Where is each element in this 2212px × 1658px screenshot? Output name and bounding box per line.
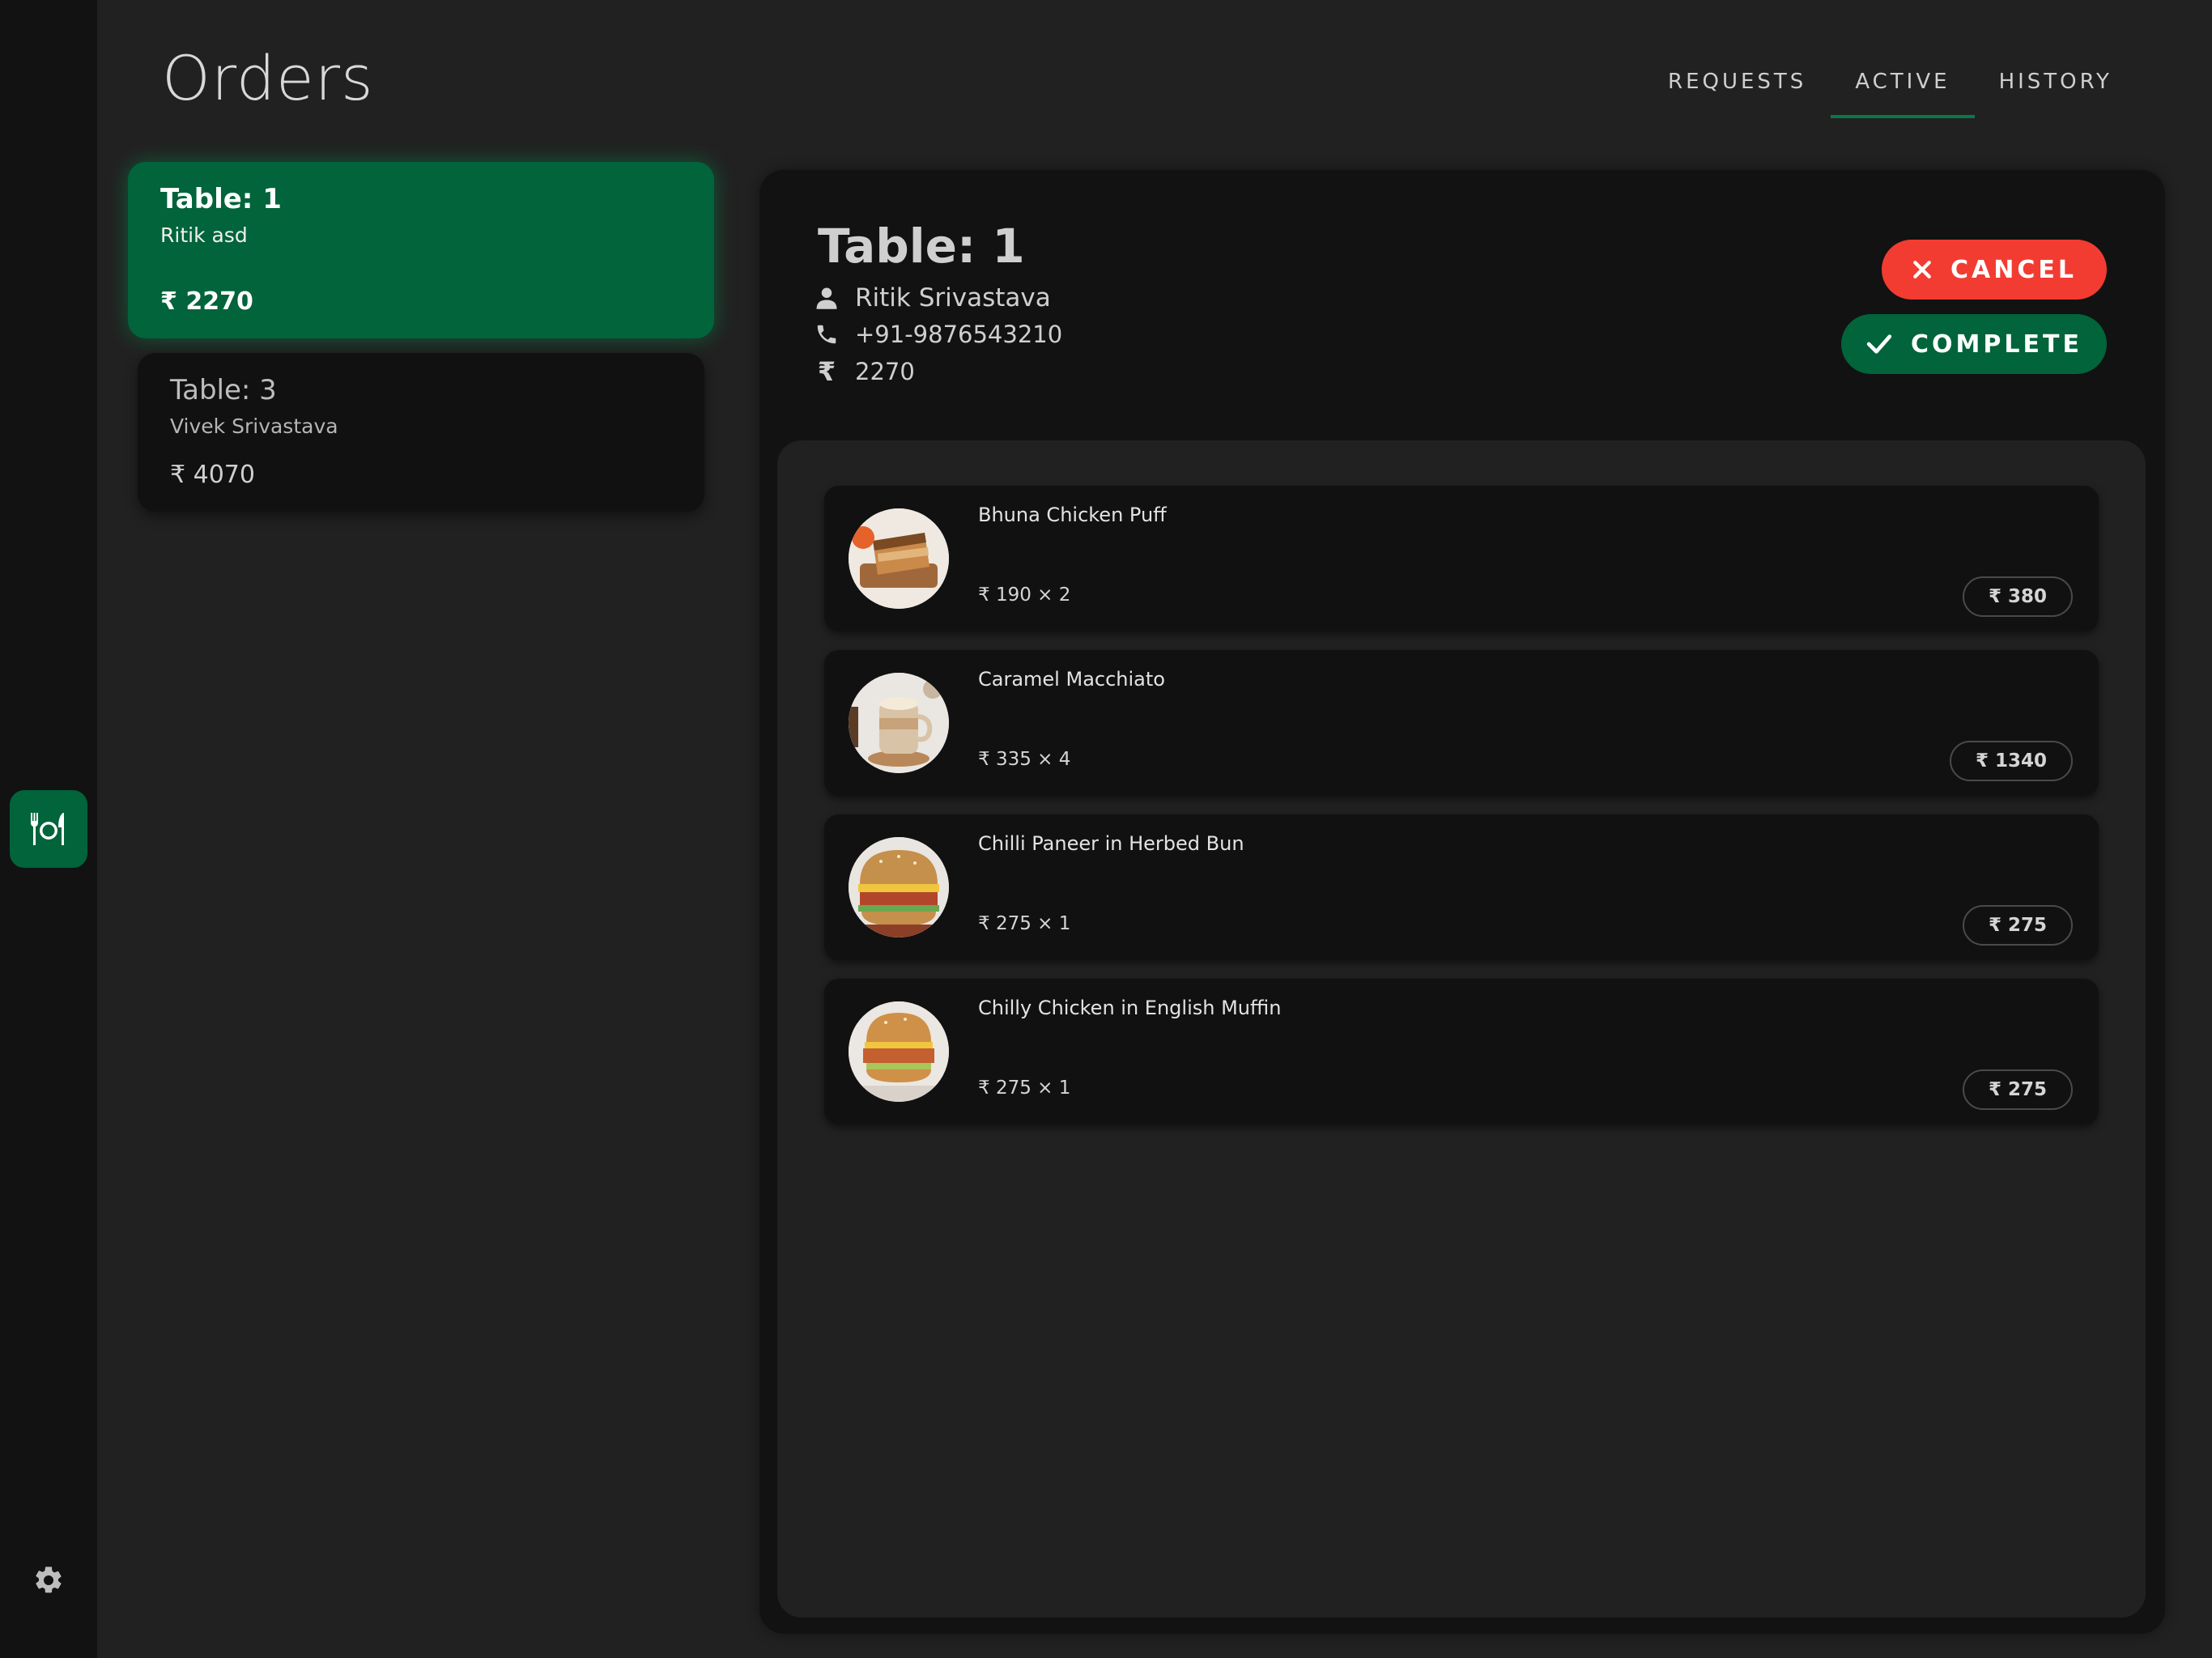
- item-price-quantity: ₹ 190 × 2: [978, 585, 1071, 606]
- detail-table-title: Table: 1: [818, 219, 1025, 274]
- cancel-button[interactable]: CANCEL: [1882, 240, 2107, 300]
- item-total-badge: ₹ 380: [1962, 576, 2073, 617]
- item-name: Caramel Macchiato: [978, 668, 1165, 691]
- item-price-quantity: ₹ 275 × 1: [978, 913, 1071, 934]
- page-title: Orders: [162, 42, 374, 114]
- detail-amount-row: ₹ 2270: [815, 356, 915, 387]
- cancel-button-label: CANCEL: [1950, 255, 2077, 284]
- order-table-label: Table: 3: [170, 374, 277, 406]
- nav-rail: [0, 0, 97, 1658]
- detail-amount: 2270: [855, 358, 915, 385]
- order-item-card: Bhuna Chicken Puff ₹ 190 × 2 ₹ 380: [824, 486, 2099, 631]
- check-icon: [1866, 334, 1892, 354]
- detail-customer-name: Ritik Srivastava: [855, 283, 1051, 312]
- orders-nav-button[interactable]: [10, 790, 87, 868]
- order-items-list: Bhuna Chicken Puff ₹ 190 × 2 ₹ 380 Caram…: [777, 440, 2146, 1618]
- item-total-badge: ₹ 275: [1962, 905, 2073, 946]
- item-photo: [849, 508, 949, 609]
- phone-icon: [817, 325, 836, 344]
- close-icon: [1913, 261, 1931, 278]
- complete-button-label: COMPLETE: [1911, 329, 2082, 359]
- order-tabs: REQUESTS ACTIVE HISTORY: [1644, 70, 2137, 118]
- app: Orders REQUESTS ACTIVE HISTORY Table: 1 …: [0, 0, 2212, 1658]
- order-table-label: Table: 1: [160, 183, 282, 215]
- tab-history[interactable]: HISTORY: [1975, 70, 2137, 118]
- item-price-quantity: ₹ 275 × 1: [978, 1078, 1071, 1099]
- detail-phone: +91-9876543210: [855, 321, 1063, 348]
- order-total: ₹ 2270: [160, 287, 253, 316]
- order-item-card: Caramel Macchiato ₹ 335 × 4 ₹ 1340: [824, 650, 2099, 796]
- tab-active[interactable]: ACTIVE: [1831, 70, 1975, 118]
- item-photo: [849, 673, 949, 773]
- detail-phone-row: +91-9876543210: [815, 321, 1062, 348]
- order-detail-panel: Table: 1 Ritik Srivastava +91-9876543210…: [759, 170, 2165, 1634]
- item-total-badge: ₹ 1340: [1949, 741, 2073, 781]
- item-name: Chilly Chicken in English Muffin: [978, 997, 1282, 1019]
- item-name: Bhuna Chicken Puff: [978, 504, 1167, 526]
- order-item-card: Chilli Paneer in Herbed Bun ₹ 275 × 1 ₹ …: [824, 814, 2099, 960]
- complete-button[interactable]: COMPLETE: [1841, 314, 2107, 374]
- order-item-card: Chilly Chicken in English Muffin ₹ 275 ×…: [824, 979, 2099, 1124]
- order-customer-name: Vivek Srivastava: [170, 414, 338, 438]
- order-total: ₹ 4070: [170, 461, 255, 489]
- item-price-quantity: ₹ 335 × 4: [978, 749, 1071, 770]
- rupee-icon: ₹: [817, 356, 836, 387]
- detail-customer-row: Ritik Srivastava: [815, 283, 1051, 312]
- item-total-badge: ₹ 275: [1962, 1069, 2073, 1110]
- person-icon: [816, 287, 837, 309]
- item-photo: [849, 837, 949, 937]
- restaurant-icon: [31, 813, 64, 845]
- order-card[interactable]: Table: 1 Ritik asd ₹ 2270: [128, 162, 714, 338]
- settings-button[interactable]: [29, 1561, 68, 1600]
- item-photo: [849, 1001, 949, 1102]
- item-name: Chilli Paneer in Herbed Bun: [978, 832, 1244, 855]
- tab-requests[interactable]: REQUESTS: [1644, 70, 1831, 118]
- gear-icon: [36, 1567, 62, 1593]
- order-card[interactable]: Table: 3 Vivek Srivastava ₹ 4070: [138, 353, 704, 512]
- order-customer-name: Ritik asd: [160, 223, 248, 247]
